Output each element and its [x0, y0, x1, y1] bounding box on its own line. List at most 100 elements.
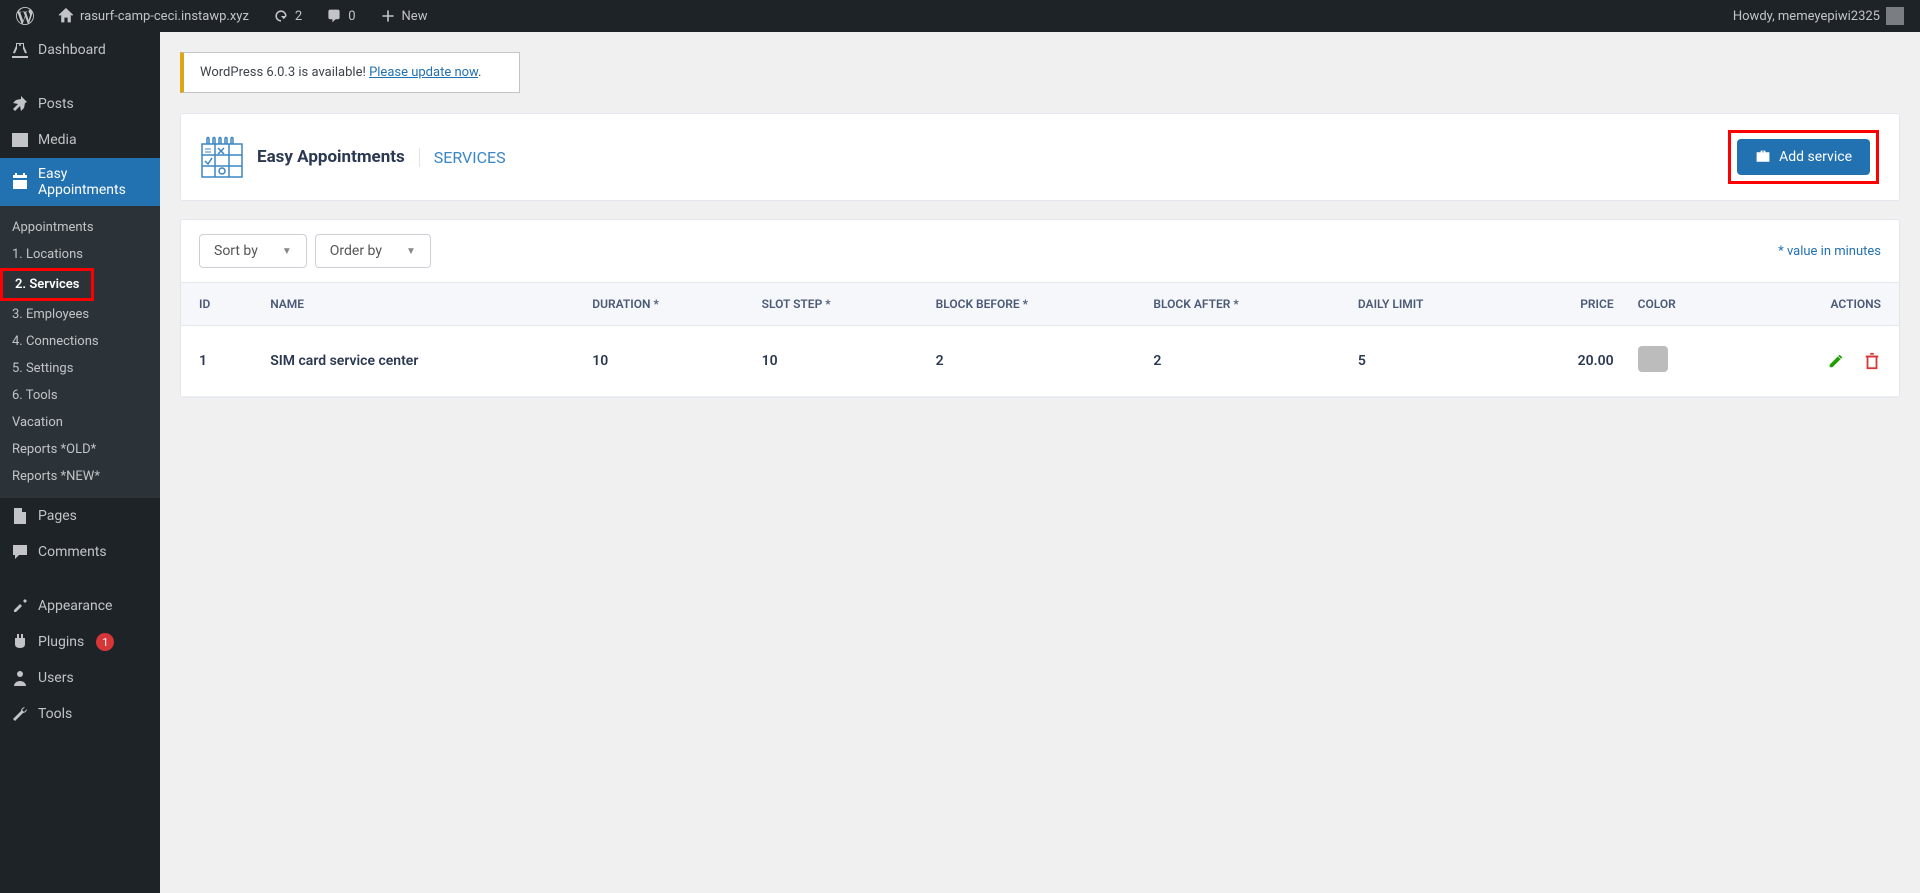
submenu-connections[interactable]: 4. Connections — [0, 328, 160, 355]
col-price: PRICE — [1513, 283, 1625, 326]
submenu-locations[interactable]: 1. Locations — [0, 241, 160, 268]
col-actions: ACTIONS — [1742, 283, 1899, 326]
submenu-vacation[interactable]: Vacation — [0, 409, 160, 436]
brush-icon — [10, 596, 30, 616]
cell-actions — [1742, 326, 1899, 397]
order-by-label: Order by — [330, 243, 382, 259]
col-limit: DAILY LIMIT — [1346, 283, 1514, 326]
sidebar-item-media[interactable]: Media — [0, 122, 160, 158]
submenu-reports-old[interactable]: Reports *OLD* — [0, 436, 160, 463]
plug-icon — [10, 632, 30, 652]
ea-logo-icon — [201, 136, 243, 178]
cell-color — [1626, 326, 1742, 397]
comment-icon — [326, 8, 342, 24]
cell-limit: 5 — [1346, 326, 1514, 397]
submenu-appointments[interactable]: Appointments — [0, 214, 160, 241]
sidebar-item-appearance[interactable]: Appearance — [0, 588, 160, 624]
sidebar-label: Easy Appointments — [38, 166, 150, 198]
cell-slot: 10 — [750, 326, 924, 397]
sidebar-label: Posts — [38, 96, 74, 112]
wp-logo[interactable] — [8, 0, 42, 32]
order-by-select[interactable]: Order by ▼ — [315, 234, 431, 268]
submenu-settings[interactable]: 5. Settings — [0, 355, 160, 382]
cell-after: 2 — [1141, 326, 1345, 397]
table-panel: Sort by ▼ Order by ▼ * value in minutes … — [180, 219, 1900, 398]
sidebar-item-plugins[interactable]: Plugins 1 — [0, 624, 160, 660]
main-content: WordPress 6.0.3 is available! Please upd… — [160, 32, 1920, 893]
sort-by-select[interactable]: Sort by ▼ — [199, 234, 307, 268]
sidebar-label: Appearance — [38, 598, 112, 614]
sidebar-item-users[interactable]: Users — [0, 660, 160, 696]
avatar — [1886, 7, 1904, 25]
cell-before: 2 — [924, 326, 1142, 397]
sidebar-submenu: Appointments 1. Locations 2. Services 3.… — [0, 206, 160, 498]
briefcase-icon — [1755, 149, 1771, 165]
submenu-tools[interactable]: 6. Tools — [0, 382, 160, 409]
notice-text: WordPress 6.0.3 is available! — [200, 65, 369, 80]
sidebar-item-tools[interactable]: Tools — [0, 696, 160, 732]
comments-count: 0 — [348, 9, 355, 24]
comment-icon — [10, 542, 30, 562]
submenu-reports-new[interactable]: Reports *NEW* — [0, 463, 160, 490]
minutes-note: * value in minutes — [1778, 244, 1881, 259]
submenu-employees[interactable]: 3. Employees — [0, 301, 160, 328]
new-link[interactable]: New — [372, 0, 436, 32]
table-row: 1 SIM card service center 10 10 2 2 5 20… — [181, 326, 1899, 397]
sidebar-item-pages[interactable]: Pages — [0, 498, 160, 534]
home-icon — [58, 8, 74, 24]
table-header-row: ID NAME DURATION * SLOT STEP * BLOCK BEF… — [181, 283, 1899, 326]
col-slot: SLOT STEP * — [750, 283, 924, 326]
col-color: COLOR — [1626, 283, 1742, 326]
plus-icon — [380, 8, 396, 24]
sidebar-item-comments[interactable]: Comments — [0, 534, 160, 570]
sort-by-label: Sort by — [214, 243, 258, 259]
update-icon — [273, 8, 289, 24]
sidebar-label: Pages — [38, 508, 77, 524]
user-menu[interactable]: Howdy, memeyepiwi2325 — [1725, 0, 1912, 32]
sidebar-label: Media — [38, 132, 77, 148]
sidebar-item-dashboard[interactable]: Dashboard — [0, 32, 160, 68]
color-swatch[interactable] — [1638, 346, 1668, 372]
chevron-down-icon: ▼ — [282, 246, 292, 257]
chevron-down-icon: ▼ — [406, 246, 416, 257]
wrench-icon — [10, 704, 30, 724]
updates-link[interactable]: 2 — [265, 0, 310, 32]
sidebar-label: Tools — [38, 706, 72, 722]
site-name: rasurf-camp-ceci.instawp.xyz — [80, 9, 249, 24]
sidebar-item-posts[interactable]: Posts — [0, 86, 160, 122]
site-link[interactable]: rasurf-camp-ceci.instawp.xyz — [50, 0, 257, 32]
updates-count: 2 — [295, 9, 302, 24]
add-button-label: Add service — [1779, 149, 1852, 165]
sidebar-item-easy-appointments[interactable]: Easy Appointments — [0, 158, 160, 206]
page-icon — [10, 506, 30, 526]
cell-id: 1 — [181, 326, 258, 397]
user-icon — [10, 668, 30, 688]
section-title: SERVICES — [419, 148, 506, 167]
update-link[interactable]: Please update now — [369, 65, 478, 80]
col-id: ID — [181, 283, 258, 326]
plugin-title: Easy Appointments — [257, 147, 405, 167]
cell-duration: 10 — [580, 326, 749, 397]
media-icon — [10, 130, 30, 150]
edit-icon[interactable] — [1827, 352, 1845, 370]
delete-icon[interactable] — [1863, 352, 1881, 370]
plugin-count-badge: 1 — [96, 633, 114, 651]
admin-sidebar: Dashboard Posts Media Easy Appointments … — [0, 32, 160, 893]
pin-icon — [10, 94, 30, 114]
header-panel: Easy Appointments SERVICES Add service — [180, 113, 1900, 201]
update-notice: WordPress 6.0.3 is available! Please upd… — [180, 52, 520, 93]
add-service-button[interactable]: Add service — [1737, 139, 1870, 175]
col-after: BLOCK AFTER * — [1141, 283, 1345, 326]
dashboard-icon — [10, 40, 30, 60]
services-table: ID NAME DURATION * SLOT STEP * BLOCK BEF… — [181, 282, 1899, 397]
adminbar-left: rasurf-camp-ceci.instawp.xyz 2 0 New — [8, 0, 435, 32]
admin-toolbar: rasurf-camp-ceci.instawp.xyz 2 0 New How… — [0, 0, 1920, 32]
cell-price: 20.00 — [1513, 326, 1625, 397]
sidebar-label: Dashboard — [38, 42, 106, 58]
sidebar-label: Plugins — [38, 634, 84, 650]
col-duration: DURATION * — [580, 283, 749, 326]
submenu-services[interactable]: 2. Services — [3, 271, 91, 298]
calendar-icon — [10, 172, 30, 192]
comments-link[interactable]: 0 — [318, 0, 363, 32]
col-name: NAME — [258, 283, 580, 326]
